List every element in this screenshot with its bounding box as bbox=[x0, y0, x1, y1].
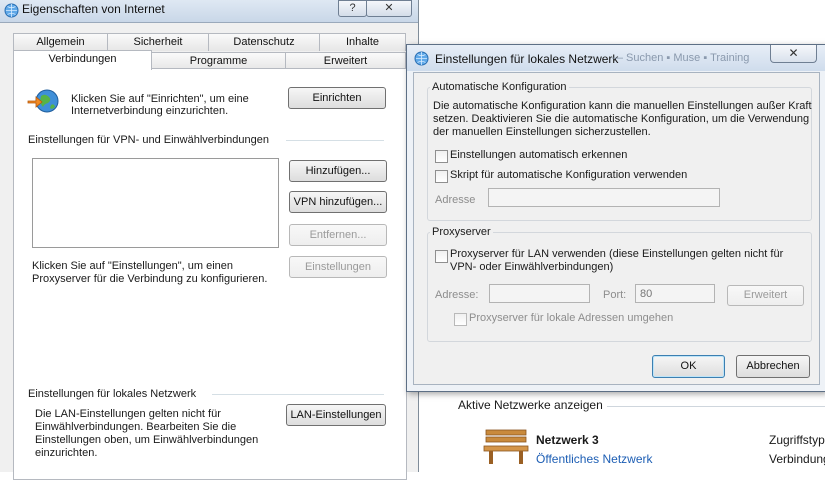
vpn-section-heading: Einstellungen für VPN- und Einwählverbin… bbox=[28, 134, 269, 146]
script-address-input[interactable] bbox=[488, 188, 720, 207]
close-button[interactable]: ✕ bbox=[366, 0, 412, 17]
use-proxy-label-line1[interactable]: Proxyserver für LAN verwenden (diese Ein… bbox=[450, 248, 783, 261]
auto-config-desc-line3: der manuellen Einstellungen sicherzustel… bbox=[433, 126, 651, 138]
tab-verbindungen[interactable]: Verbindungen bbox=[13, 50, 152, 70]
auto-config-legend: Automatische Konfiguration bbox=[430, 81, 569, 93]
tab-datenschutz[interactable]: Datenschutz bbox=[208, 33, 320, 51]
dialog-body: Automatische Konfiguration Die automatis… bbox=[413, 72, 820, 385]
remove-button[interactable]: Entfernen... bbox=[289, 224, 387, 246]
tab-sicherheit[interactable]: Sicherheit bbox=[107, 33, 209, 51]
window-title: Eigenschaften von Internet bbox=[22, 2, 165, 16]
network-name: Netzwerk 3 bbox=[536, 433, 599, 447]
network-type-link[interactable]: Öffentliches Netzwerk bbox=[536, 453, 653, 466]
ie-globe-icon bbox=[414, 51, 429, 69]
add-vpn-button[interactable]: VPN hinzufügen... bbox=[289, 191, 387, 213]
access-type-label: Zugriffstyp bbox=[769, 433, 825, 447]
auto-script-label[interactable]: Skript für automatische Konfiguration ve… bbox=[450, 169, 687, 182]
network-center-panel: Aktive Netzwerke anzeigen Netzwerk 3 Öff… bbox=[419, 390, 825, 472]
lan-settings-button[interactable]: LAN-Einstellungen bbox=[286, 404, 386, 426]
auto-detect-label[interactable]: Einstellungen automatisch erkennen bbox=[450, 149, 627, 162]
lan-description-line4: einzurichten. bbox=[35, 447, 98, 459]
lan-description-line1: Die LAN-Einstellungen gelten nicht für bbox=[35, 408, 221, 420]
cancel-button[interactable]: Abbrechen bbox=[736, 355, 810, 378]
advanced-button[interactable]: Erweitert bbox=[727, 285, 804, 306]
port-input[interactable]: 80 bbox=[635, 284, 715, 303]
proxy-address-input[interactable] bbox=[489, 284, 590, 303]
auto-config-desc-line2: setzen. Deaktivieren Sie die automatisch… bbox=[433, 113, 810, 125]
proxy-hint-line1: Klicken Sie auf "Einstellungen", um eine… bbox=[32, 260, 234, 272]
title-bar[interactable]: Eigenschaften von Internet ? ✕ bbox=[0, 0, 418, 23]
proxy-address-label: Adresse: bbox=[435, 289, 479, 301]
auto-config-desc-line1: Die automatische Konfiguration kann die … bbox=[433, 100, 812, 112]
bypass-local-label[interactable]: Proxyserver für lokale Adressen umgehen bbox=[469, 312, 673, 325]
setup-description-line2: Internetverbindung einzurichten. bbox=[71, 105, 229, 117]
lan-description-line2: Einwählverbindungen. Bearbeiten Sie die bbox=[35, 421, 237, 433]
help-button[interactable]: ? bbox=[338, 0, 367, 17]
use-proxy-label-line2[interactable]: VPN- oder Einwählverbindungen) bbox=[450, 261, 613, 274]
lan-settings-dialog: Einstellungen für lokales Netzwerk — Suc… bbox=[406, 44, 825, 392]
ie-globe-icon bbox=[4, 3, 19, 21]
add-button[interactable]: Hinzufügen... bbox=[289, 160, 387, 182]
active-networks-divider bbox=[607, 406, 825, 407]
proxy-hint-line2: Proxyserver für die Verbindung zu konfig… bbox=[32, 273, 268, 285]
dialog-title: Einstellungen für lokales Netzwerk bbox=[435, 52, 619, 66]
auto-script-checkbox[interactable] bbox=[435, 170, 448, 183]
network-setup-icon bbox=[27, 88, 61, 117]
internet-options-window: Eigenschaften von Internet ? ✕ Allgemein… bbox=[0, 0, 419, 480]
use-proxy-checkbox[interactable] bbox=[435, 250, 448, 263]
auto-detect-checkbox[interactable] bbox=[435, 150, 448, 163]
setup-button[interactable]: Einrichten bbox=[288, 87, 386, 109]
dialog-title-bar[interactable]: Einstellungen für lokales Netzwerk — Suc… bbox=[407, 45, 825, 71]
tab-allgemein[interactable]: Allgemein bbox=[13, 33, 108, 51]
bypass-local-checkbox[interactable] bbox=[454, 313, 467, 326]
lan-description-line3: Einstellungen oben, um Einwählverbindung… bbox=[35, 434, 259, 446]
script-address-label: Adresse bbox=[435, 194, 476, 206]
lan-section-heading: Einstellungen für lokales Netzwerk bbox=[28, 388, 197, 400]
tab-inhalte[interactable]: Inhalte bbox=[319, 33, 406, 51]
proxy-server-legend: Proxyserver bbox=[430, 226, 493, 238]
behind-glass-text: — Suchen ▪ Muse ▪ Training bbox=[612, 52, 750, 64]
dialog-close-button[interactable]: ✕ bbox=[770, 45, 817, 63]
bench-icon bbox=[482, 426, 530, 469]
vpn-connections-list[interactable] bbox=[32, 158, 279, 248]
vpn-section-divider bbox=[286, 140, 384, 141]
connections-label: Verbindung bbox=[769, 452, 825, 466]
port-label: Port: bbox=[603, 289, 627, 301]
lan-section-divider bbox=[212, 394, 384, 395]
settings-button[interactable]: Einstellungen bbox=[289, 256, 387, 278]
ok-button[interactable]: OK bbox=[652, 355, 725, 378]
active-networks-heading: Aktive Netzwerke anzeigen bbox=[458, 398, 603, 412]
